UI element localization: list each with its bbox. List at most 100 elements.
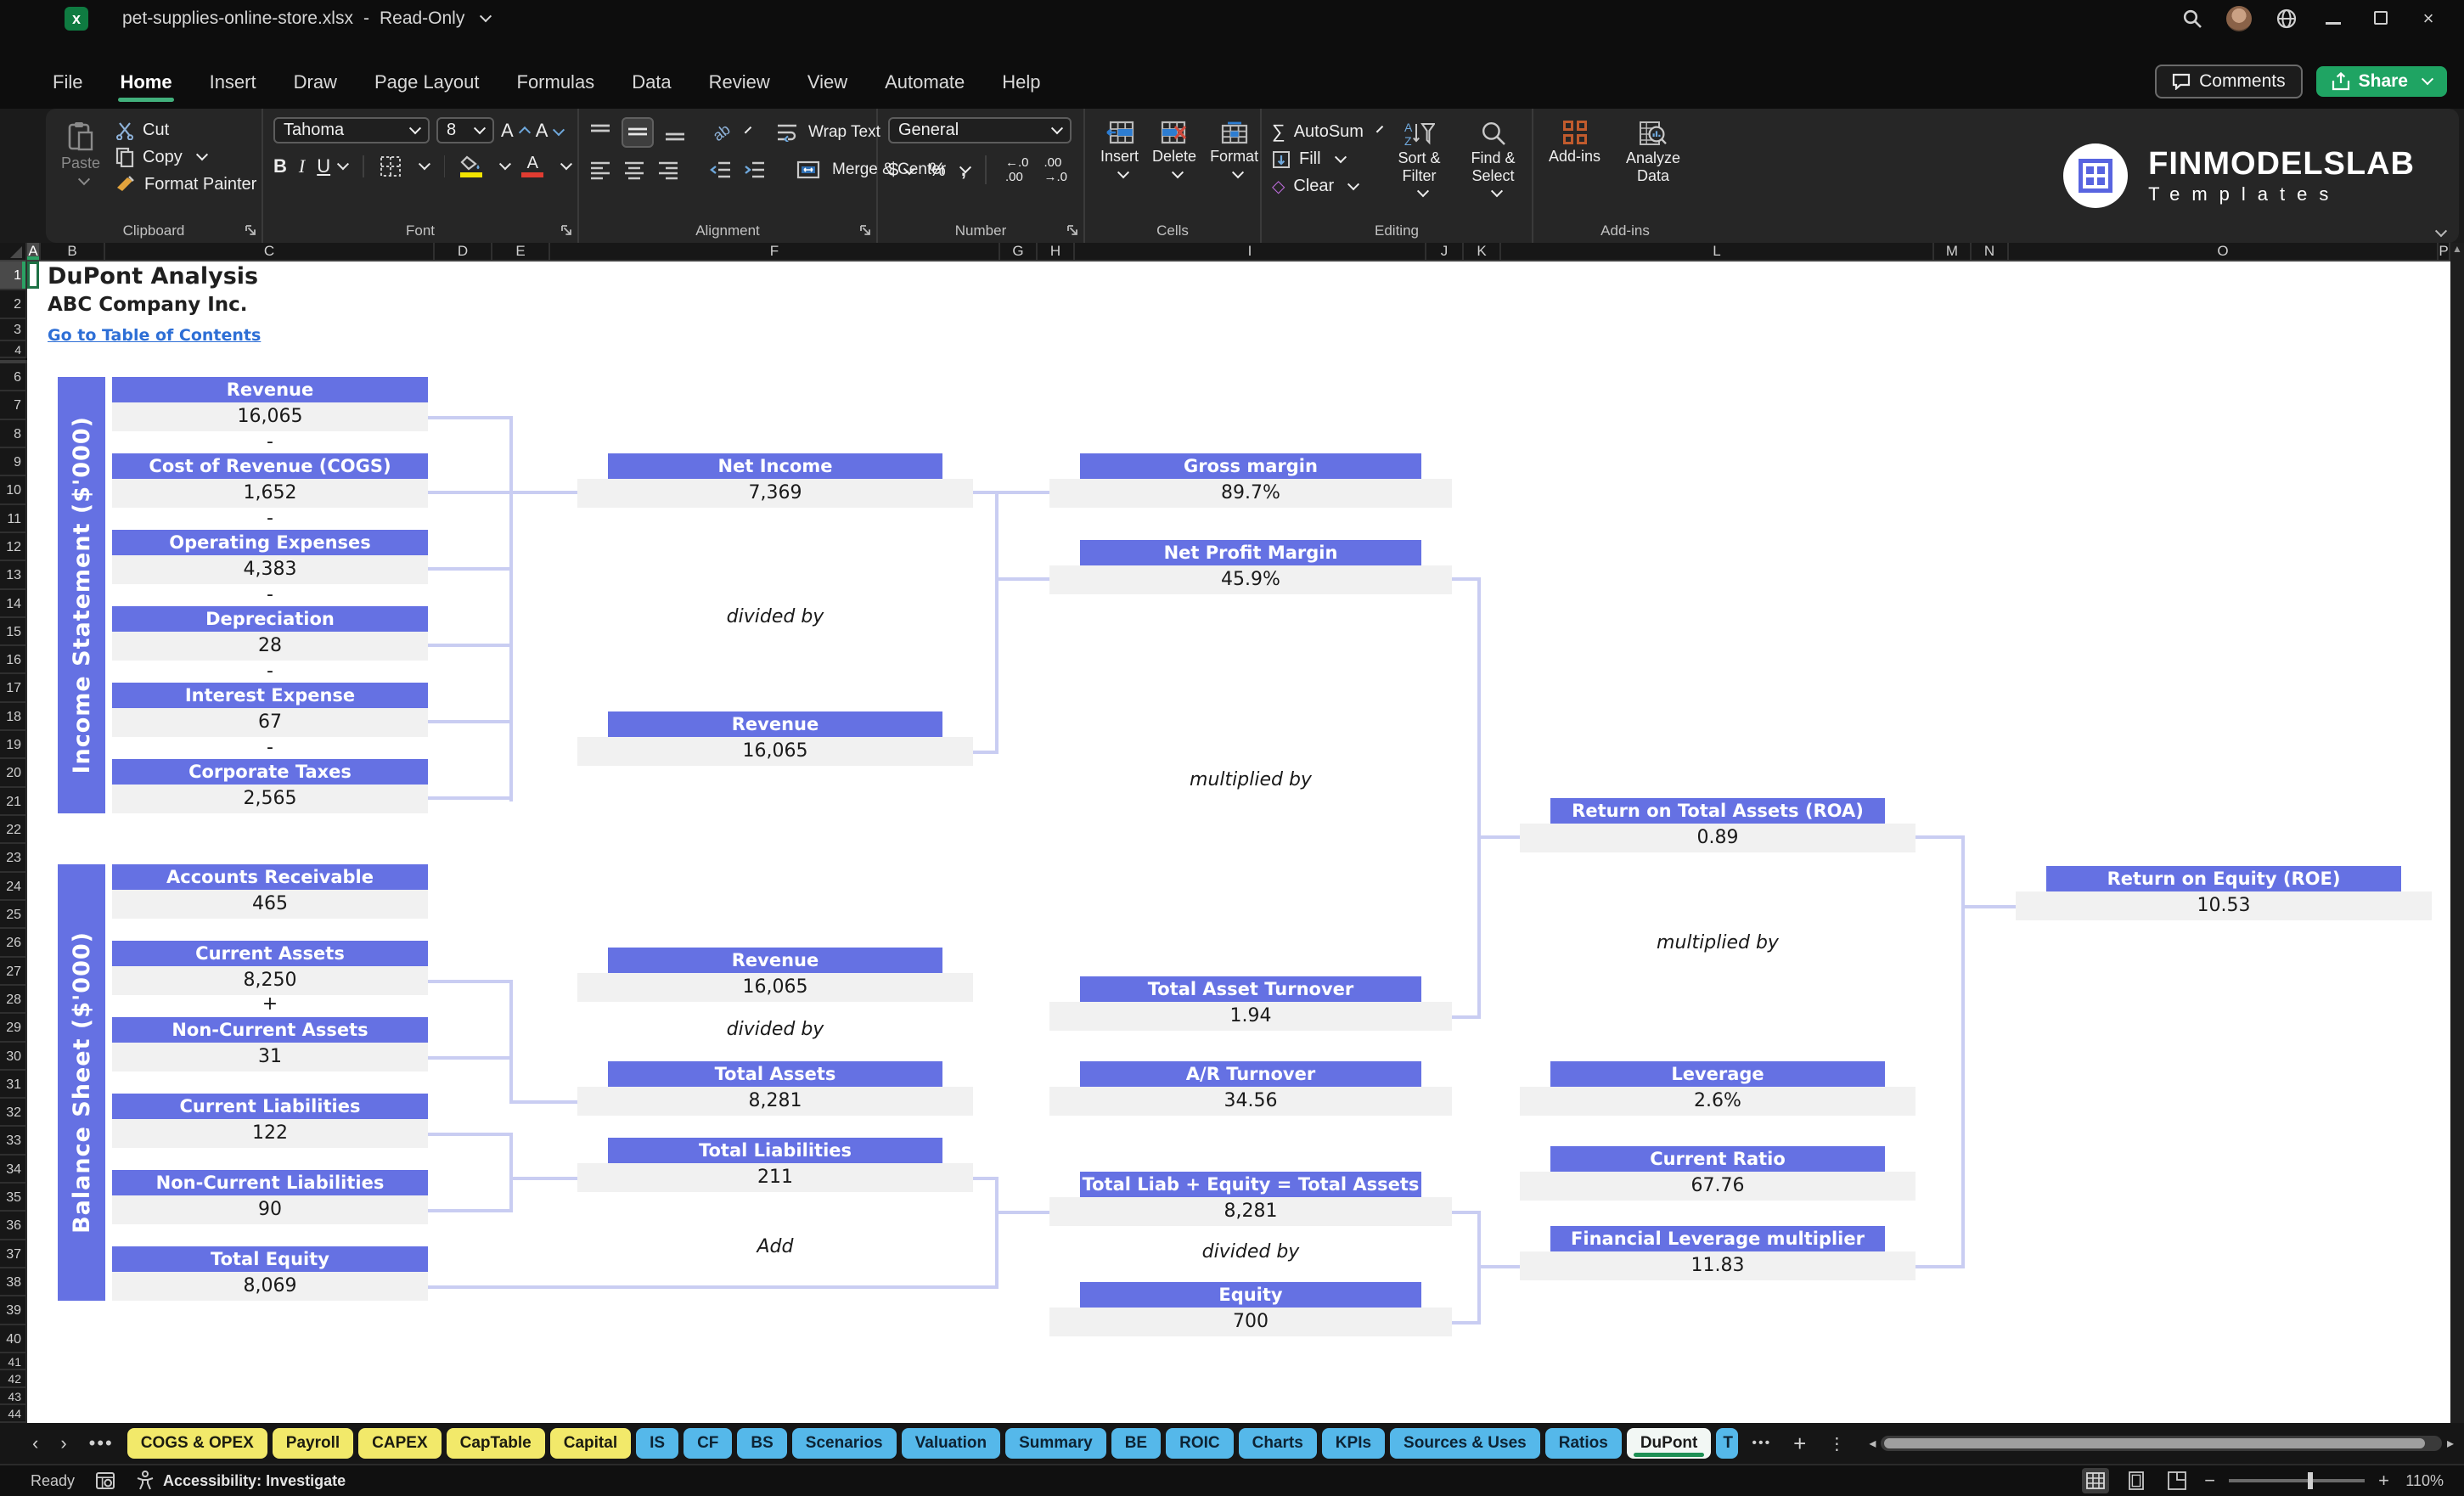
row-header-13[interactable]: 13 xyxy=(0,561,27,589)
active-cell[interactable] xyxy=(27,262,39,289)
sheet-tab-be[interactable]: BE xyxy=(1111,1428,1161,1459)
box-dep-value[interactable]: 28 xyxy=(112,632,428,661)
share-button[interactable]: Share xyxy=(2316,66,2447,97)
row-header-2[interactable]: 2 xyxy=(0,290,27,319)
cut-button[interactable]: Cut xyxy=(115,121,256,140)
row-header-37[interactable]: 37 xyxy=(0,1240,27,1268)
box-gm-title[interactable]: Gross margin xyxy=(1080,453,1421,479)
fill-button[interactable]: Fill xyxy=(1272,149,1377,169)
column-header-K[interactable]: K xyxy=(1464,243,1501,260)
select-all-corner[interactable] xyxy=(0,243,27,262)
row-header-43[interactable]: 43 xyxy=(0,1388,27,1406)
box-tle-value[interactable]: 8,281 xyxy=(1049,1197,1452,1226)
column-header-G[interactable]: G xyxy=(1000,243,1038,260)
box-tl-title[interactable]: Total Liabilities xyxy=(608,1138,942,1163)
row-header-33[interactable]: 33 xyxy=(0,1127,27,1155)
sheet-tab-scenarios[interactable]: Scenarios xyxy=(792,1428,897,1459)
menu-tab-data[interactable]: Data xyxy=(613,71,689,109)
box-rev-value[interactable]: 16,065 xyxy=(112,402,428,431)
font-size-select[interactable]: 8 xyxy=(436,117,494,143)
row-header-8[interactable]: 8 xyxy=(0,420,27,448)
row-header-35[interactable]: 35 xyxy=(0,1184,27,1212)
row-header-4[interactable]: 4 xyxy=(0,341,27,358)
row-header-11[interactable]: 11 xyxy=(0,505,27,533)
delete-cells-button[interactable]: Delete xyxy=(1147,117,1201,219)
column-header-B[interactable]: B xyxy=(41,243,105,260)
zoom-slider[interactable] xyxy=(2229,1479,2365,1482)
tabbar-divider-handle[interactable]: ⋮ xyxy=(1820,1433,1854,1454)
globe-icon[interactable] xyxy=(2276,8,2298,30)
align-right-icon[interactable] xyxy=(657,160,679,180)
row-header-15[interactable]: 15 xyxy=(0,618,27,646)
row-header-26[interactable]: 26 xyxy=(0,929,27,957)
box-ni-value[interactable]: 7,369 xyxy=(577,479,973,508)
row-header-18[interactable]: 18 xyxy=(0,703,27,731)
row-header-3[interactable]: 3 xyxy=(0,319,27,341)
box-eq-title[interactable]: Equity xyxy=(1080,1282,1421,1308)
row-header-7[interactable]: 7 xyxy=(0,391,27,419)
clipboard-dialog-launcher[interactable] xyxy=(245,224,256,236)
menu-tab-page-layout[interactable]: Page Layout xyxy=(356,71,498,109)
menu-tab-file[interactable]: File xyxy=(34,71,101,109)
zoom-out-button[interactable]: − xyxy=(2204,1470,2215,1492)
find-select-button[interactable]: Find & Select xyxy=(1461,117,1525,219)
menu-tab-review[interactable]: Review xyxy=(690,71,789,109)
avatar[interactable] xyxy=(2226,6,2252,31)
row-headers[interactable]: 1234678910111213141516171819202122232425… xyxy=(0,262,27,1423)
sheet-tab-roic[interactable]: ROIC xyxy=(1166,1428,1234,1459)
column-header-O[interactable]: O xyxy=(2009,243,2439,260)
row-header-17[interactable]: 17 xyxy=(0,674,27,702)
macro-record-icon[interactable] xyxy=(95,1471,115,1490)
box-ca-title[interactable]: Current Assets xyxy=(112,941,428,966)
column-header-F[interactable]: F xyxy=(550,243,1000,260)
sheet-tab-capital[interactable]: Capital xyxy=(550,1428,631,1459)
zoom-slider-thumb[interactable] xyxy=(2308,1472,2313,1489)
row-header-29[interactable]: 29 xyxy=(0,1014,27,1042)
box-cl-title[interactable]: Current Liabilities xyxy=(112,1094,428,1119)
horizontal-scrollbar-thumb[interactable] xyxy=(1884,1438,2425,1448)
accessibility-status[interactable]: Accessibility: Investigate xyxy=(163,1472,346,1490)
sheet-tab-payroll[interactable]: Payroll xyxy=(273,1428,353,1459)
row-header-30[interactable]: 30 xyxy=(0,1043,27,1071)
box-flm-value[interactable]: 11.83 xyxy=(1520,1251,1916,1280)
column-header-P[interactable]: P xyxy=(2439,243,2450,260)
box-tax-value[interactable]: 2,565 xyxy=(112,785,428,813)
sheet-tab-is[interactable]: IS xyxy=(636,1428,678,1459)
box-roe-title[interactable]: Return on Equity (ROE) xyxy=(2046,866,2401,891)
sheet-tab-captable[interactable]: CapTable xyxy=(447,1428,545,1459)
sheet-tab-charts[interactable]: Charts xyxy=(1239,1428,1317,1459)
tab-scroll-right-button[interactable]: › xyxy=(52,1432,75,1454)
hscroll-right-arrow[interactable]: ▸ xyxy=(2447,1435,2454,1452)
box-eq-value[interactable]: 700 xyxy=(1049,1308,1452,1336)
column-header-I[interactable]: I xyxy=(1075,243,1426,260)
box-ta-value[interactable]: 8,281 xyxy=(577,1087,973,1116)
zoom-in-button[interactable]: + xyxy=(2378,1470,2389,1492)
document-title[interactable]: pet-supplies-online-store.xlsx - Read-On… xyxy=(122,8,490,29)
box-revf2-title[interactable]: Revenue xyxy=(608,948,942,973)
align-middle-icon[interactable] xyxy=(622,117,654,148)
comma-style-button[interactable]: , xyxy=(961,159,966,181)
box-cr-value[interactable]: 67.76 xyxy=(1520,1172,1916,1201)
box-ncl-title[interactable]: Non-Current Liabilities xyxy=(112,1170,428,1195)
box-cr-title[interactable]: Current Ratio xyxy=(1550,1146,1885,1172)
row-header-23[interactable]: 23 xyxy=(0,844,27,872)
box-revf-title[interactable]: Revenue xyxy=(608,711,942,737)
box-npm-title[interactable]: Net Profit Margin xyxy=(1080,540,1421,565)
column-header-J[interactable]: J xyxy=(1426,243,1464,260)
row-header-24[interactable]: 24 xyxy=(0,873,27,901)
row-header-36[interactable]: 36 xyxy=(0,1212,27,1240)
sheet-tab-cogs-opex[interactable]: COGS & OPEX xyxy=(127,1428,267,1459)
box-art-title[interactable]: A/R Turnover xyxy=(1080,1061,1421,1087)
box-roe-value[interactable]: 10.53 xyxy=(2016,891,2432,920)
format-cells-button[interactable]: Format xyxy=(1205,117,1263,219)
row-header-16[interactable]: 16 xyxy=(0,646,27,674)
increase-decimal-button[interactable]: ←.0.00 xyxy=(1005,155,1029,184)
box-dep-title[interactable]: Depreciation xyxy=(112,606,428,632)
column-header-N[interactable]: N xyxy=(1972,243,2009,260)
box-roa-value[interactable]: 0.89 xyxy=(1520,824,1916,852)
addins-button[interactable]: Add-ins xyxy=(1544,117,1606,219)
row-header-14[interactable]: 14 xyxy=(0,590,27,618)
box-tax-title[interactable]: Corporate Taxes xyxy=(112,759,428,785)
bold-button[interactable]: B xyxy=(273,155,287,177)
sheet-tab-dupont[interactable]: DuPont xyxy=(1627,1428,1712,1459)
